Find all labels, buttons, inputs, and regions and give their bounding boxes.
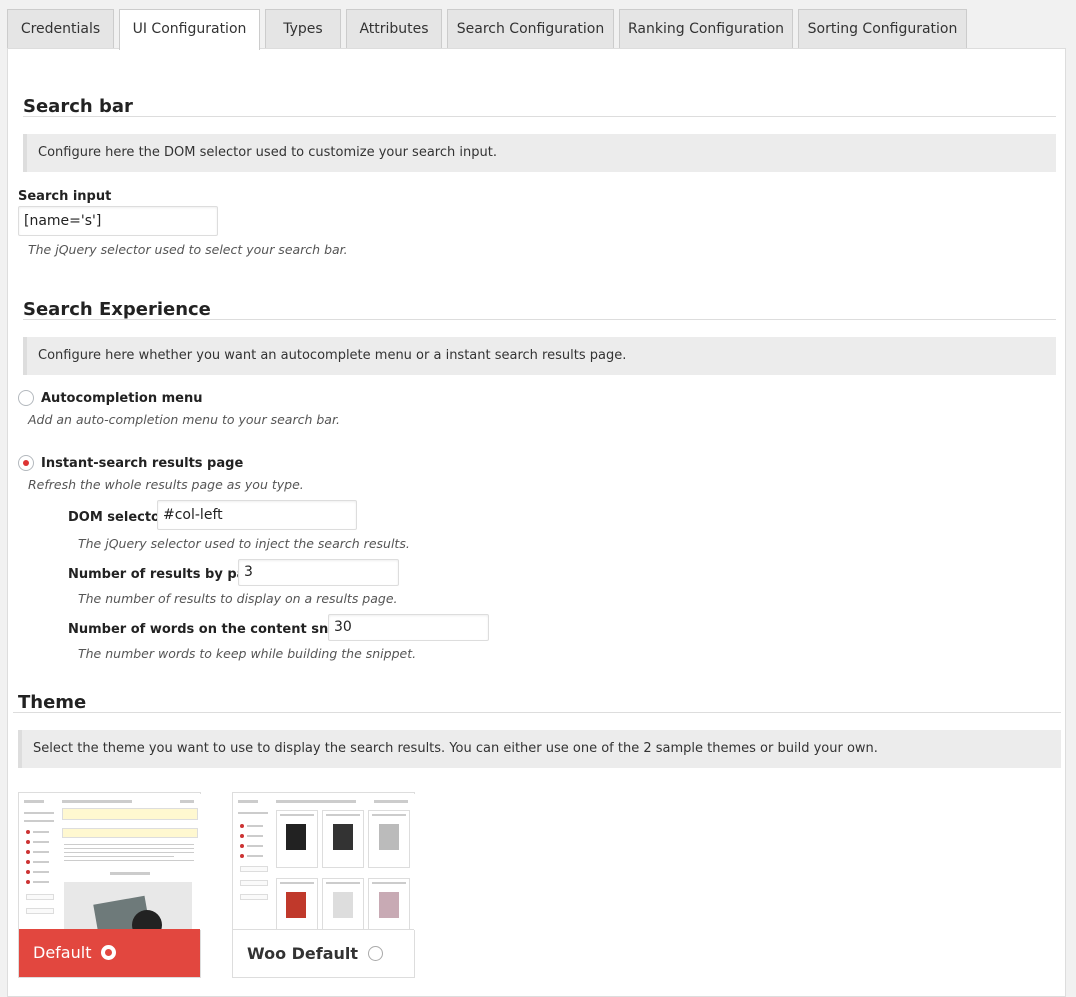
theme-woo-default-label: Woo Default bbox=[247, 944, 359, 963]
instant-search-radio[interactable] bbox=[18, 455, 34, 471]
search-experience-notice: Configure here whether you want an autoc… bbox=[23, 337, 1056, 375]
theme-default-footer[interactable]: Default bbox=[19, 929, 200, 977]
theme-card-default[interactable]: Default bbox=[18, 792, 201, 978]
instant-search-description: Refresh the whole results page as you ty… bbox=[28, 477, 304, 492]
theme-woo-default-footer[interactable]: Woo Default bbox=[233, 929, 414, 977]
tab-ranking-configuration[interactable]: Ranking Configuration bbox=[619, 9, 793, 49]
section-divider bbox=[13, 712, 1061, 713]
dom-selector-label: DOM selector bbox=[68, 510, 167, 525]
autocomplete-label[interactable]: Autocompletion menu bbox=[41, 391, 202, 406]
results-per-page-description: The number of results to display on a re… bbox=[78, 591, 398, 606]
search-bar-notice: Configure here the DOM selector used to … bbox=[23, 134, 1056, 172]
settings-panel: Search bar Configure here the DOM select… bbox=[7, 48, 1066, 997]
results-per-page-field[interactable]: 3 bbox=[238, 559, 399, 586]
search-input-label: Search input bbox=[18, 189, 112, 204]
woo-default-theme-preview-image bbox=[234, 794, 415, 930]
section-divider bbox=[23, 116, 1056, 117]
tab-search-configuration[interactable]: Search Configuration bbox=[447, 9, 614, 49]
theme-notice: Select the theme you want to use to disp… bbox=[18, 730, 1061, 768]
section-title-search-bar: Search bar bbox=[23, 96, 133, 117]
theme-default-radio[interactable] bbox=[100, 945, 116, 960]
autocomplete-description: Add an auto-completion menu to your sear… bbox=[28, 412, 340, 427]
search-input-selector-field[interactable]: [name='s'] bbox=[18, 206, 218, 236]
instant-search-label[interactable]: Instant-search results page bbox=[41, 456, 243, 471]
section-divider bbox=[23, 319, 1056, 320]
tab-ui-configuration[interactable]: UI Configuration bbox=[119, 9, 260, 50]
snippet-words-field[interactable]: 30 bbox=[328, 614, 489, 641]
section-title-search-experience: Search Experience bbox=[23, 299, 211, 320]
snippet-words-description: The number words to keep while building … bbox=[78, 646, 417, 661]
tab-types[interactable]: Types bbox=[265, 9, 341, 49]
dom-selector-field[interactable]: #col-left bbox=[157, 500, 357, 530]
tab-attributes[interactable]: Attributes bbox=[346, 9, 442, 49]
dom-selector-description: The jQuery selector used to inject the s… bbox=[78, 536, 410, 551]
theme-default-label: Default bbox=[33, 943, 92, 962]
theme-card-woo-default[interactable]: Woo Default bbox=[232, 792, 415, 978]
tab-sorting-configuration[interactable]: Sorting Configuration bbox=[798, 9, 967, 49]
snippet-words-label: Number of words on the content snippet bbox=[68, 622, 367, 637]
results-per-page-label: Number of results by page bbox=[68, 567, 264, 582]
tab-credentials[interactable]: Credentials bbox=[7, 9, 114, 49]
autocomplete-radio[interactable] bbox=[18, 390, 34, 406]
theme-woo-default-radio[interactable] bbox=[367, 946, 383, 961]
default-theme-preview-image bbox=[20, 794, 201, 930]
search-input-description: The jQuery selector used to select your … bbox=[28, 242, 348, 257]
section-title-theme: Theme bbox=[18, 692, 87, 713]
